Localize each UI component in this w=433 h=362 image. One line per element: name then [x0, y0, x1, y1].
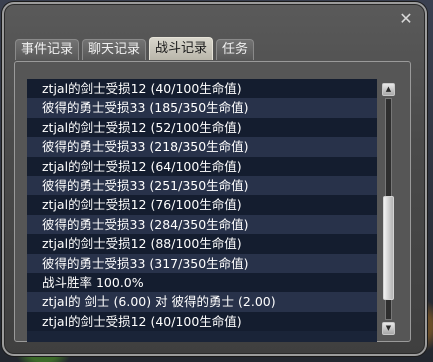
log-row: ztjal的剑士受损12 (52/100生命值): [27, 117, 377, 138]
scroll-up-arrow-icon[interactable]: ▲: [382, 83, 395, 96]
tab-chat-log[interactable]: 聊天记录: [82, 39, 147, 60]
tab-combat-log[interactable]: 战斗记录: [149, 37, 214, 60]
log-row: 彼得的勇士受损33 (284/350生命值): [27, 214, 377, 235]
close-icon[interactable]: ✕: [397, 10, 415, 28]
log-row: ztjal的剑士受损12 (76/100生命值): [27, 195, 377, 215]
scrollbar[interactable]: ▲ ▼: [382, 83, 395, 335]
log-row: ztjal的剑士受损12 (40/100生命值): [27, 311, 377, 332]
log-row: 彼得的勇士受损33 (251/350生命值): [27, 175, 377, 196]
tab-quest[interactable]: 任务: [216, 39, 255, 60]
log-row: ztjal的剑士受损12 (88/100生命值): [27, 234, 377, 254]
scroll-thumb[interactable]: [383, 196, 394, 300]
log-row: 彼得的勇士受损33 (317/350生命值): [27, 253, 377, 273]
tab-event-log[interactable]: 事件记录: [15, 39, 80, 60]
log-row: 彼得的勇士受损33 (185/350生命值): [27, 98, 377, 118]
log-row: ztjal的剑士受损12 (40/100生命值): [27, 79, 377, 99]
log-row-matchup: ztjal的 剑士 (6.00) 对 彼得的勇士 (2.00): [27, 292, 377, 312]
scroll-down-arrow-icon[interactable]: ▼: [382, 322, 395, 335]
log-row: 彼得的勇士受损33 (218/350生命值): [27, 137, 377, 157]
log-row: ztjal的剑士受损12 (64/100生命值): [27, 156, 377, 176]
tab-bar: 事件记录 聊天记录 战斗记录 任务: [15, 37, 257, 61]
combat-log-list[interactable]: ztjal的剑士受损12 (40/100生命值) 彼得的勇士受损33 (185/…: [27, 79, 377, 342]
log-row-win-rate: 战斗胜率 100.0%: [27, 272, 377, 293]
